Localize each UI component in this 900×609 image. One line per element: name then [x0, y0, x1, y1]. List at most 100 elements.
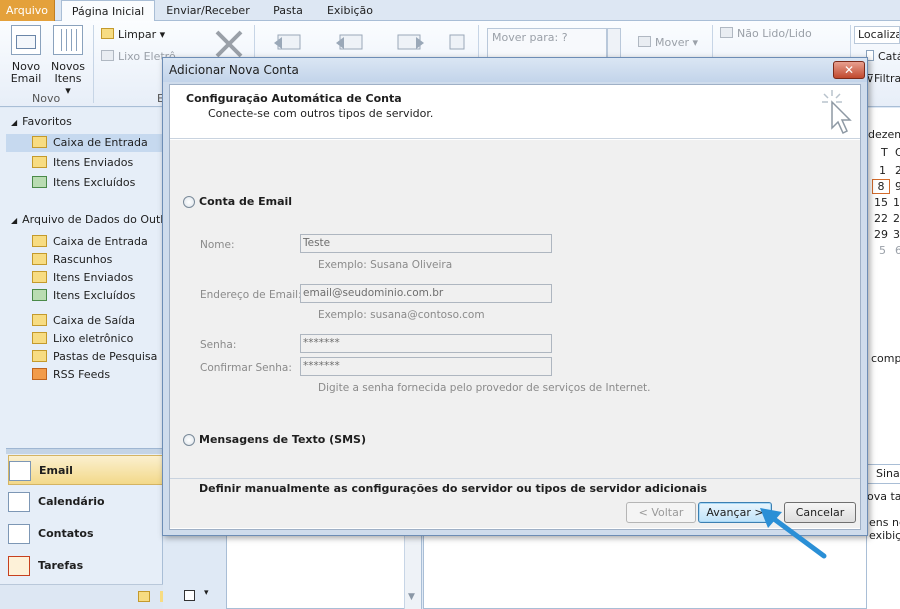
clean-up-label: Limpar ▾ [118, 28, 166, 41]
dialog-titlebar[interactable]: Adicionar Nova Conta ✕ [163, 58, 867, 82]
nav-item-inbox-favorite[interactable]: Caixa de Entrada [6, 134, 163, 152]
calendar-day[interactable]: 16 [893, 196, 900, 209]
clean-up-button[interactable]: Limpar ▾ [101, 27, 165, 43]
shortcuts-icon[interactable] [184, 590, 195, 601]
manual-setup-label[interactable]: Definir manualmente as configurações do … [199, 482, 707, 495]
email-account-label[interactable]: Conta de Email [199, 195, 292, 208]
tab-file[interactable]: Arquivo [0, 0, 55, 21]
nav-item-deleted-favorite[interactable]: Itens Excluídos [32, 174, 135, 192]
move-icon [638, 36, 651, 47]
password-label: Senha: [200, 339, 237, 351]
configure-buttons-icon[interactable]: ▾ [204, 588, 209, 598]
new-items-icon [53, 25, 83, 55]
rss-icon [32, 368, 47, 380]
scroll-down-icon[interactable]: ▼ [408, 592, 415, 602]
calendar-day[interactable]: 1 [879, 164, 886, 177]
confirm-password-input[interactable]: ******* [300, 357, 552, 376]
calendar-today[interactable]: 8 [872, 179, 890, 194]
module-contacts[interactable]: Contatos [8, 519, 163, 549]
address-book-button[interactable]: Catá [866, 49, 900, 65]
dialog-header-title: Configuração Automática de Conta [186, 92, 402, 105]
collapse-triangle-icon: ◢ [11, 216, 18, 225]
module-label: Contatos [38, 527, 94, 540]
todo-empty-text-2: exibiç [869, 529, 900, 542]
module-calendar[interactable]: Calendário [8, 487, 163, 517]
tab-folder[interactable]: Pasta [262, 0, 314, 21]
module-label: Calendário [38, 495, 105, 508]
module-label: Email [39, 464, 73, 477]
nav-item-deleted[interactable]: Itens Excluídos [32, 287, 135, 305]
calendar-day[interactable]: 15 [874, 196, 888, 209]
back-button[interactable]: < Voltar [626, 502, 696, 523]
ribbon-tabbar: Arquivo Página Inicial Enviar/Receber Pa… [0, 0, 900, 22]
message-list[interactable] [226, 534, 422, 609]
tab-send-receive[interactable]: Enviar/Receber [160, 0, 256, 21]
folder-list-icon[interactable] [160, 591, 163, 602]
calendar-day-next-month[interactable]: 5 [879, 244, 886, 257]
tab-home[interactable]: Página Inicial [61, 0, 155, 22]
envelope-icon [720, 27, 733, 38]
unread-read-button[interactable]: Não Lido/Lido [720, 26, 812, 42]
calendar-day-next-month[interactable]: 6 [895, 244, 900, 257]
unread-read-label: Não Lido/Lido [737, 27, 812, 40]
nav-item-label: Caixa de Entrada [53, 235, 148, 248]
tab-view[interactable]: Exibição [320, 0, 380, 21]
confirm-password-label: Confirmar Senha: [200, 362, 292, 374]
datafile-header[interactable]: ◢ Arquivo de Dados do Outl [11, 211, 163, 229]
move-button[interactable]: Mover ▾ [638, 35, 698, 51]
calendar-day[interactable]: 9 [895, 180, 900, 193]
nav-item-junk[interactable]: Lixo eletrônico [32, 330, 133, 348]
notes-icon[interactable] [138, 591, 150, 602]
message-list-scrollbar[interactable]: ▼ [404, 534, 421, 609]
dialog-header: Configuração Automática de Conta Conecte… [170, 85, 860, 139]
module-tasks[interactable]: Tarefas [8, 551, 163, 581]
nav-item-label: Itens Excluídos [53, 289, 136, 302]
email-address-input[interactable]: email@seudominio.com.br [300, 284, 552, 303]
more-respond-icon[interactable] [448, 33, 466, 51]
new-task-input[interactable]: ova ta [867, 490, 900, 503]
nav-item-drafts[interactable]: Rascunhos [32, 251, 112, 269]
nav-item-inbox[interactable]: Caixa de Entrada [32, 233, 148, 251]
drafts-folder-icon [32, 253, 47, 265]
calendar-day[interactable]: 30 [893, 228, 900, 241]
filter-label: Filtra [874, 72, 900, 85]
collapse-triangle-icon: ◢ [11, 118, 18, 127]
module-email[interactable]: Email [8, 455, 163, 485]
favorites-header[interactable]: ◢ Favoritos [11, 113, 72, 131]
reply-icon[interactable] [272, 31, 302, 53]
nav-pane-splitter[interactable] [6, 448, 163, 454]
calendar-day[interactable]: 22 [874, 212, 888, 225]
name-label: Nome: [200, 239, 235, 251]
delete-icon[interactable] [214, 29, 244, 59]
inbox-folder-icon [32, 136, 47, 148]
sms-radio[interactable] [183, 434, 195, 446]
new-email-button[interactable]: Novo Email [8, 25, 44, 85]
calendar-month-title: dezemb [868, 128, 900, 141]
close-button[interactable]: ✕ [833, 61, 865, 79]
tasks-icon [8, 556, 30, 576]
nav-item-sent-favorite[interactable]: Itens Enviados [32, 154, 133, 172]
nav-item-sent[interactable]: Itens Enviados [32, 269, 133, 287]
new-email-label-2: Email [10, 72, 42, 85]
nav-item-search-folders[interactable]: Pastas de Pesquisa [32, 348, 157, 366]
quick-step-move-to[interactable]: Mover para: ? [492, 31, 568, 44]
calendar-day[interactable]: 2 [895, 164, 900, 177]
auto-setup-cursor-icon [822, 90, 852, 135]
name-input[interactable]: Teste [300, 234, 552, 253]
navigation-pane: ◢ Favoritos Caixa de Entrada Itens Enviad… [0, 108, 163, 609]
password-hint: Digite a senha fornecida pelo provedor d… [318, 382, 651, 394]
reply-all-icon[interactable] [334, 31, 364, 53]
email-account-radio[interactable] [183, 196, 195, 208]
new-items-button[interactable]: Novos Itens ▾ [50, 25, 86, 97]
password-input[interactable]: ******* [300, 334, 552, 353]
filter-email-button[interactable]: ⊽Filtra [866, 71, 900, 87]
find-contact-input[interactable]: Localizar [854, 26, 900, 44]
calendar-day[interactable]: 29 [874, 228, 888, 241]
forward-icon[interactable] [396, 31, 426, 53]
flag-filter[interactable]: Sinal [867, 464, 900, 484]
nav-item-outbox[interactable]: Caixa de Saída [32, 312, 135, 330]
calendar-day[interactable]: 23 [893, 212, 900, 225]
address-book-label: Catá [878, 50, 900, 63]
sms-label[interactable]: Mensagens de Texto (SMS) [199, 433, 366, 446]
nav-item-rss-feeds[interactable]: RSS Feeds [32, 366, 110, 384]
